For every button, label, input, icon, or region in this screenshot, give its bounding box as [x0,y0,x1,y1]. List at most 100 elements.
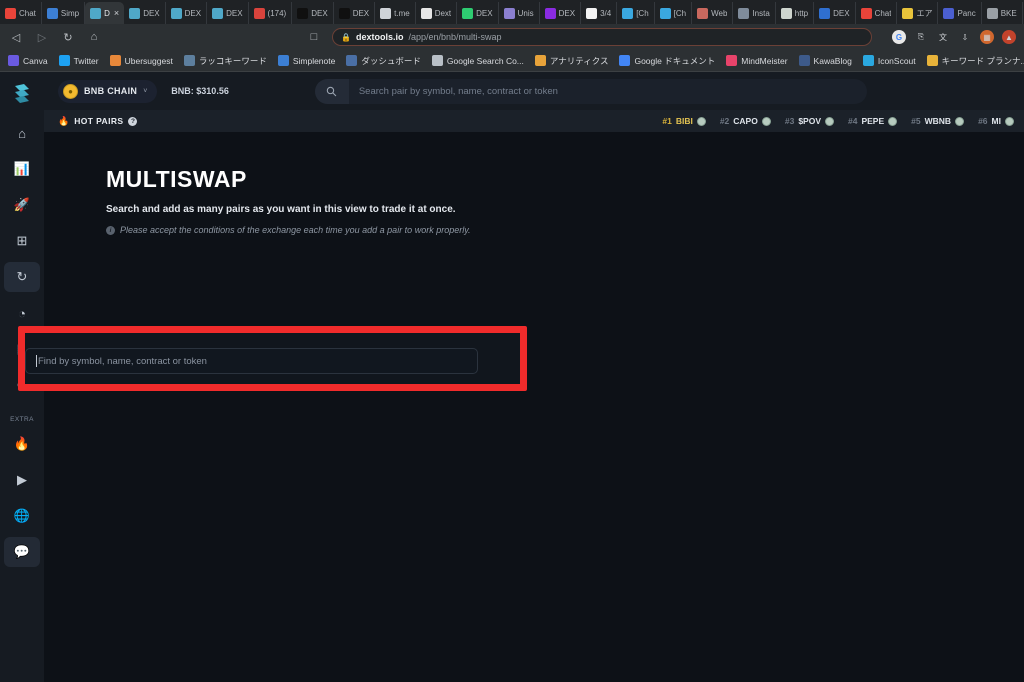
find-pair-placeholder: Find by symbol, name, contract or token [38,356,207,367]
browser-tab[interactable]: Dext [416,2,457,24]
bookmark-item[interactable]: ラッコキーワード [184,55,267,67]
bookmark-item[interactable]: KawaBlog [799,55,852,66]
dextools-icon [90,8,101,19]
sidebar-item-multicharts[interactable]: ⊞ [4,226,40,256]
chat-icon [5,8,16,19]
bookmark-item[interactable]: Google ドキュメント [619,55,715,67]
browser-tab[interactable]: Simp [42,2,85,24]
hot-pair-item[interactable]: #4PEPE [848,116,897,126]
browser-tab[interactable]: 3/4 [581,2,617,24]
browser-tab[interactable]: [Ch [617,2,654,24]
bnb-coin-icon: ● [63,84,78,99]
browser-tab[interactable]: Chat [856,2,898,24]
bookmark-label: MindMeister [741,56,787,66]
browser-tab[interactable]: [Ch [655,2,692,24]
hot-pair-item[interactable]: #5WBNB [911,116,964,126]
address-bar[interactable]: 🔒 dextools.io/app/en/bnb/multi-swap [332,28,872,46]
profile-icon[interactable]: ▲ [1002,30,1016,44]
bookmark-item[interactable]: Canva [8,55,48,66]
hot-pair-item[interactable]: #3$POV [785,116,834,126]
browser-tab[interactable]: Insta [733,2,775,24]
tab-label: Simp [61,9,79,18]
sidebar-item-charts[interactable]: 📊 [4,154,40,184]
home-icon[interactable]: ⌂ [86,29,102,45]
hot-pairs-list: #1BIBI #2CAPO #3$POV #4PEPE #5WBNB #6MI [662,116,1014,126]
browser-tab[interactable]: BKE [982,2,1023,24]
help-icon[interactable]: ? [128,117,137,126]
hot-pair-item[interactable]: #1BIBI [662,116,705,126]
bookmark-item[interactable]: アナリティクス [535,55,609,67]
browser-tab[interactable]: DEX [334,2,375,24]
browser-tab[interactable]: Chat [0,2,42,24]
blue-doc-icon [819,8,830,19]
reload-icon[interactable]: ↻ [60,29,76,45]
browser-tab[interactable]: Unis [499,2,540,24]
browser-tab[interactable]: エア [897,2,938,24]
browser-tab[interactable]: DEX [207,2,248,24]
google-icon[interactable]: G [892,30,906,44]
hot-pairs-bar: 🔥 HOT PAIRS ? #1BIBI #2CAPO #3$POV #4PEPE #5… [44,110,1024,132]
bookmark-favicon [59,55,70,66]
share-icon[interactable]: ⎘ [914,30,928,44]
browser-tab[interactable]: Web [692,2,733,24]
tab-label: D [104,9,110,18]
language-icon: 🌐 [14,508,30,524]
sidebar-item-multiswap[interactable]: ↻ [4,262,40,292]
extensions-icon[interactable]: ▦ [980,30,994,44]
dextools-app: ⌂📊🚀⊞↻◔▤⊕ EXTRA 🔥▶🌐💬 ● BNB CHAIN ˅ BNB: $… [0,72,1024,682]
sidebar-item-home[interactable]: ⌂ [4,118,40,148]
translate-icon[interactable]: 文 [936,30,950,44]
chain-selector[interactable]: ● BNB CHAIN ˅ [58,80,157,103]
bookmark-favicon [535,55,546,66]
back-icon[interactable]: ◁ [8,29,24,45]
browser-tab[interactable]: DEX [292,2,333,24]
bookmark-item[interactable]: Twitter [59,55,99,66]
browser-tab[interactable]: (174) [249,2,293,24]
uniswap-icon [504,8,515,19]
purple-icon [545,8,556,19]
browser-tab[interactable]: D× [85,2,124,24]
bookmark-star-icon[interactable]: □ [306,29,322,45]
dextools-logo-icon[interactable] [9,80,35,106]
install-icon[interactable]: ⇩ [958,30,972,44]
sidebar-item-pools[interactable]: ◔ [4,298,40,328]
tab-label: t.me [394,9,410,18]
close-icon[interactable]: × [114,8,119,18]
hot-pair-rank: #6 [978,116,987,126]
browser-tab[interactable]: http [776,2,814,24]
page-note-text: Please accept the conditions of the exch… [120,225,471,235]
hot-icon: 🔥 [14,436,30,452]
browser-tab[interactable]: DEX [166,2,207,24]
browser-tab[interactable]: DEX [124,2,165,24]
sidebar-item-feedback[interactable]: 💬 [4,537,40,567]
browser-tab[interactable]: DEX [814,2,855,24]
info-icon: i [106,226,115,235]
telegram-globe-icon [380,8,391,19]
tab-label: Web [711,9,727,18]
browser-tab[interactable]: t.me [375,2,416,24]
bookmark-item[interactable]: Simplenote [278,55,336,66]
sidebar-item-gainers[interactable]: 🚀 [4,190,40,220]
bookmark-item[interactable]: キーワード プランナ... [927,55,1024,67]
pools-icon: ◔ [18,306,26,321]
browser-tab[interactable]: DEX [540,2,581,24]
bookmark-item[interactable]: MindMeister [726,55,787,66]
sidebar-item-language[interactable]: 🌐 [4,501,40,531]
browser-tab[interactable]: Panc [938,2,981,24]
sidebar-item-youtube[interactable]: ▶ [4,465,40,495]
bookmark-item[interactable]: Google Search Co... [432,55,524,66]
webcam-icon [697,8,708,19]
hot-pair-symbol: $POV [798,116,821,126]
hot-pairs-label-group: 🔥 HOT PAIRS ? [58,116,137,127]
bookmark-item[interactable]: Ubersuggest [110,55,173,66]
find-pair-input[interactable]: Find by symbol, name, contract or token [25,348,478,374]
bookmark-item[interactable]: ダッシュボード [346,55,421,67]
forward-icon[interactable]: ▷ [34,29,50,45]
bookmark-item[interactable]: IconScout [863,55,916,66]
global-search[interactable]: Search pair by symbol, name, contract or… [315,79,867,104]
tab-label: Chat [875,9,892,18]
browser-tab[interactable]: DEX [457,2,498,24]
sidebar-item-hot[interactable]: 🔥 [4,429,40,459]
hot-pair-item[interactable]: #6MI [978,116,1014,126]
hot-pair-item[interactable]: #2CAPO [720,116,771,126]
